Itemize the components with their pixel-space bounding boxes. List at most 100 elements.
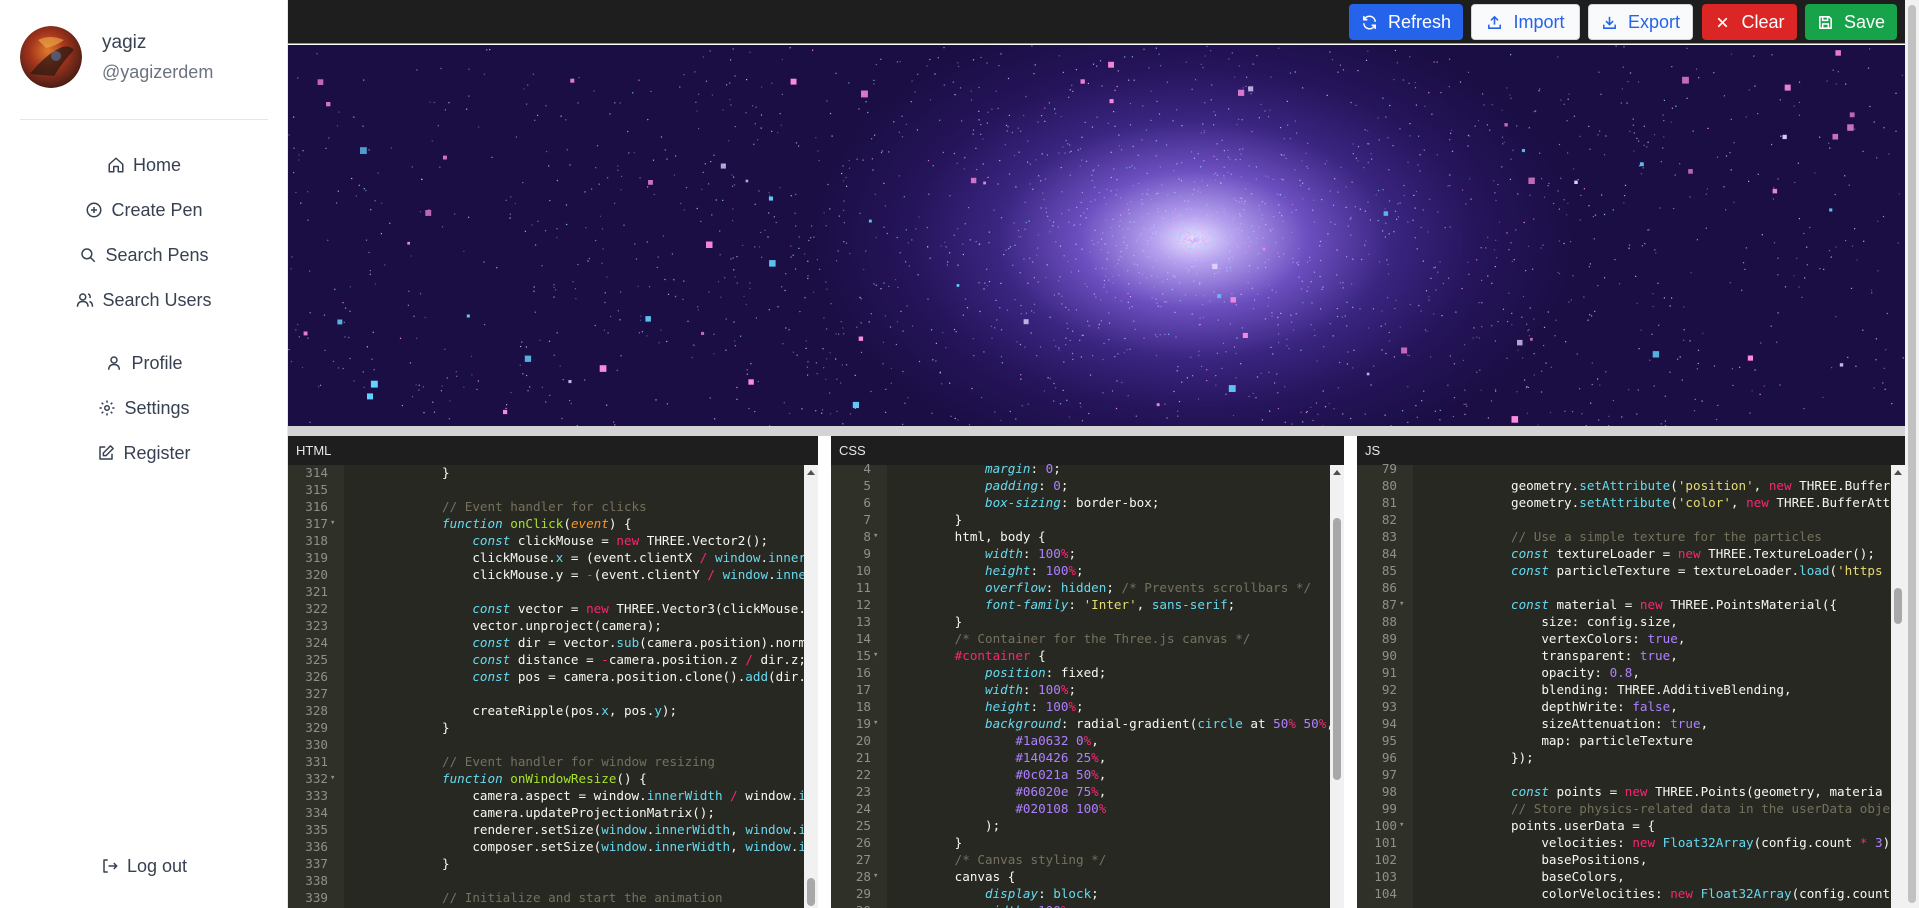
fold-arrow-icon[interactable]: ▾ [873, 715, 878, 732]
code-line[interactable]: 104 colorVelocities: new Float32Array(co… [1357, 885, 1905, 902]
code-line[interactable]: 17 width: 100%; [831, 681, 1344, 698]
code-line[interactable]: 24 #020108 100% [831, 800, 1344, 817]
code-line[interactable]: 84 const textureLoader = new THREE.Textu… [1357, 545, 1905, 562]
code-line[interactable]: 19 ▾ background: radial-gradient(circle a… [831, 715, 1344, 732]
html-scrollbar[interactable] [804, 465, 818, 908]
code-line[interactable]: 6 box-sizing: border-box; [831, 494, 1344, 511]
fold-arrow-icon[interactable]: ▾ [873, 647, 878, 664]
code-line[interactable]: 28 ▾ canvas { [831, 868, 1344, 885]
code-line[interactable]: 327 [288, 685, 818, 702]
code-line[interactable]: 332 ▾ function onWindowResize() { [288, 770, 818, 787]
fold-arrow-icon[interactable]: ▾ [873, 868, 878, 885]
css-code[interactable]: 4 margin: 0; 5 padding: 0; 6 box-sizing: b… [831, 461, 1344, 908]
fold-arrow-icon[interactable]: ▾ [330, 515, 335, 532]
code-line[interactable]: 12 font-family: 'Inter', sans-serif; [831, 596, 1344, 613]
code-line[interactable]: 88 size: config.size, [1357, 613, 1905, 630]
code-line[interactable]: 92 blending: THREE.AdditiveBlending, [1357, 681, 1905, 698]
fold-arrow-icon[interactable]: ▾ [1399, 596, 1404, 613]
code-line[interactable]: 81 geometry.setAttribute('color', new TH… [1357, 494, 1905, 511]
code-line[interactable]: 323 vector.unproject(camera); [288, 617, 818, 634]
code-line[interactable]: 27 /* Canvas styling */ [831, 851, 1344, 868]
nav-home[interactable]: Home [0, 147, 288, 183]
code-line[interactable]: 15 ▾ #container { [831, 647, 1344, 664]
code-line[interactable]: 319 clickMouse.x = (event.clientX / wind… [288, 549, 818, 566]
code-line[interactable]: 80 geometry.setAttribute('position', new… [1357, 477, 1905, 494]
css-editor[interactable]: CSS 4 margin: 0; 5 padding: 0; 6 box-sizin… [831, 436, 1344, 908]
code-line[interactable]: 328 createRipple(pos.x, pos.y); [288, 702, 818, 719]
import-button[interactable]: Import [1471, 4, 1580, 40]
code-line[interactable]: 96 }); [1357, 749, 1905, 766]
code-line[interactable]: 30 width: 100%; [831, 902, 1344, 908]
code-line[interactable]: 89 vertexColors: true, [1357, 630, 1905, 647]
code-line[interactable]: 22 #0c021a 50%, [831, 766, 1344, 783]
code-line[interactable]: 83 // Use a simple texture for the parti… [1357, 528, 1905, 545]
code-line[interactable]: 333 camera.aspect = window.innerWidth / … [288, 787, 818, 804]
nav-settings[interactable]: Settings [0, 390, 288, 426]
code-line[interactable]: 82 [1357, 511, 1905, 528]
preview-canvas[interactable] [288, 45, 1905, 426]
js-scrollbar[interactable] [1891, 465, 1905, 908]
html-scroll-thumb[interactable] [807, 878, 815, 906]
code-line[interactable]: 339 // Initialize and start the animatio… [288, 889, 818, 906]
code-line[interactable]: 13 } [831, 613, 1344, 630]
html-code[interactable]: 314 } 315 316 // Event handler for clicks 3… [288, 465, 818, 908]
code-line[interactable]: 90 transparent: true, [1357, 647, 1905, 664]
code-line[interactable]: 95 map: particleTexture [1357, 732, 1905, 749]
user-card[interactable]: yagiz @yagizerdem [20, 26, 213, 88]
code-line[interactable]: 103 baseColors, [1357, 868, 1905, 885]
avatar[interactable] [20, 26, 82, 88]
css-scrollbar[interactable] [1330, 465, 1344, 908]
code-line[interactable]: 9 width: 100%; [831, 545, 1344, 562]
js-editor[interactable]: JS 79 80 geometry.setAttribute('position'… [1357, 436, 1905, 908]
js-scroll-thumb[interactable] [1894, 588, 1902, 624]
fold-arrow-icon[interactable]: ▾ [330, 770, 335, 787]
code-line[interactable]: 18 height: 100%; [831, 698, 1344, 715]
code-line[interactable]: 97 [1357, 766, 1905, 783]
nav-logout[interactable]: Log out [0, 848, 288, 884]
code-line[interactable]: 25 ); [831, 817, 1344, 834]
code-line[interactable]: 318 const clickMouse = new THREE.Vector2… [288, 532, 818, 549]
code-line[interactable]: 315 [288, 481, 818, 498]
code-line[interactable]: 335 renderer.setSize(window.innerWidth, … [288, 821, 818, 838]
code-line[interactable]: 10 height: 100%; [831, 562, 1344, 579]
fold-arrow-icon[interactable]: ▾ [873, 528, 878, 545]
code-line[interactable]: 20 #1a0632 0%, [831, 732, 1344, 749]
code-line[interactable]: 94 sizeAttenuation: true, [1357, 715, 1905, 732]
code-line[interactable]: 91 opacity: 0.8, [1357, 664, 1905, 681]
code-line[interactable]: 324 const dir = vector.sub(camera.positi… [288, 634, 818, 651]
page-scrollbar[interactable] [1905, 0, 1919, 908]
code-line[interactable]: 102 basePositions, [1357, 851, 1905, 868]
css-scroll-thumb[interactable] [1333, 518, 1341, 780]
html-editor[interactable]: HTML 314 } 315 316 // Event handler for cl… [288, 436, 818, 908]
code-line[interactable]: 338 [288, 872, 818, 889]
code-line[interactable]: 330 [288, 736, 818, 753]
clear-button[interactable]: Clear [1702, 4, 1797, 40]
scroll-up-arrow[interactable] [1894, 470, 1902, 475]
code-line[interactable]: 26 } [831, 834, 1344, 851]
export-button[interactable]: Export [1588, 4, 1693, 40]
code-line[interactable]: 99 // Store physics-related data in the … [1357, 800, 1905, 817]
code-line[interactable]: 320 clickMouse.y = -(event.clientY / win… [288, 566, 818, 583]
code-line[interactable]: 334 camera.updateProjectionMatrix(); [288, 804, 818, 821]
resize-handle[interactable] [288, 426, 1905, 436]
code-line[interactable]: 14 /* Container for the Three.js canvas … [831, 630, 1344, 647]
code-line[interactable]: 86 [1357, 579, 1905, 596]
code-line[interactable]: 8 ▾ html, body { [831, 528, 1344, 545]
code-line[interactable]: 23 #06020e 75%, [831, 783, 1344, 800]
code-line[interactable]: 5 padding: 0; [831, 477, 1344, 494]
code-line[interactable]: 336 composer.setSize(window.innerWidth, … [288, 838, 818, 855]
code-line[interactable]: 93 depthWrite: false, [1357, 698, 1905, 715]
code-line[interactable]: 316 // Event handler for clicks [288, 498, 818, 515]
code-line[interactable]: 4 margin: 0; [831, 460, 1344, 477]
code-line[interactable]: 321 [288, 583, 818, 600]
code-line[interactable]: 329 } [288, 719, 818, 736]
code-line[interactable]: 87 ▾ const material = new THREE.PointsMat… [1357, 596, 1905, 613]
nav-search-pens[interactable]: Search Pens [0, 237, 288, 273]
code-line[interactable]: 314 } [288, 464, 818, 481]
save-button[interactable]: Save [1805, 4, 1897, 40]
nav-register[interactable]: Register [0, 435, 288, 471]
page-scroll-thumb[interactable] [1908, 5, 1916, 903]
code-line[interactable]: 7 } [831, 511, 1344, 528]
nav-search-users[interactable]: Search Users [0, 282, 288, 318]
code-line[interactable]: 337 } [288, 855, 818, 872]
